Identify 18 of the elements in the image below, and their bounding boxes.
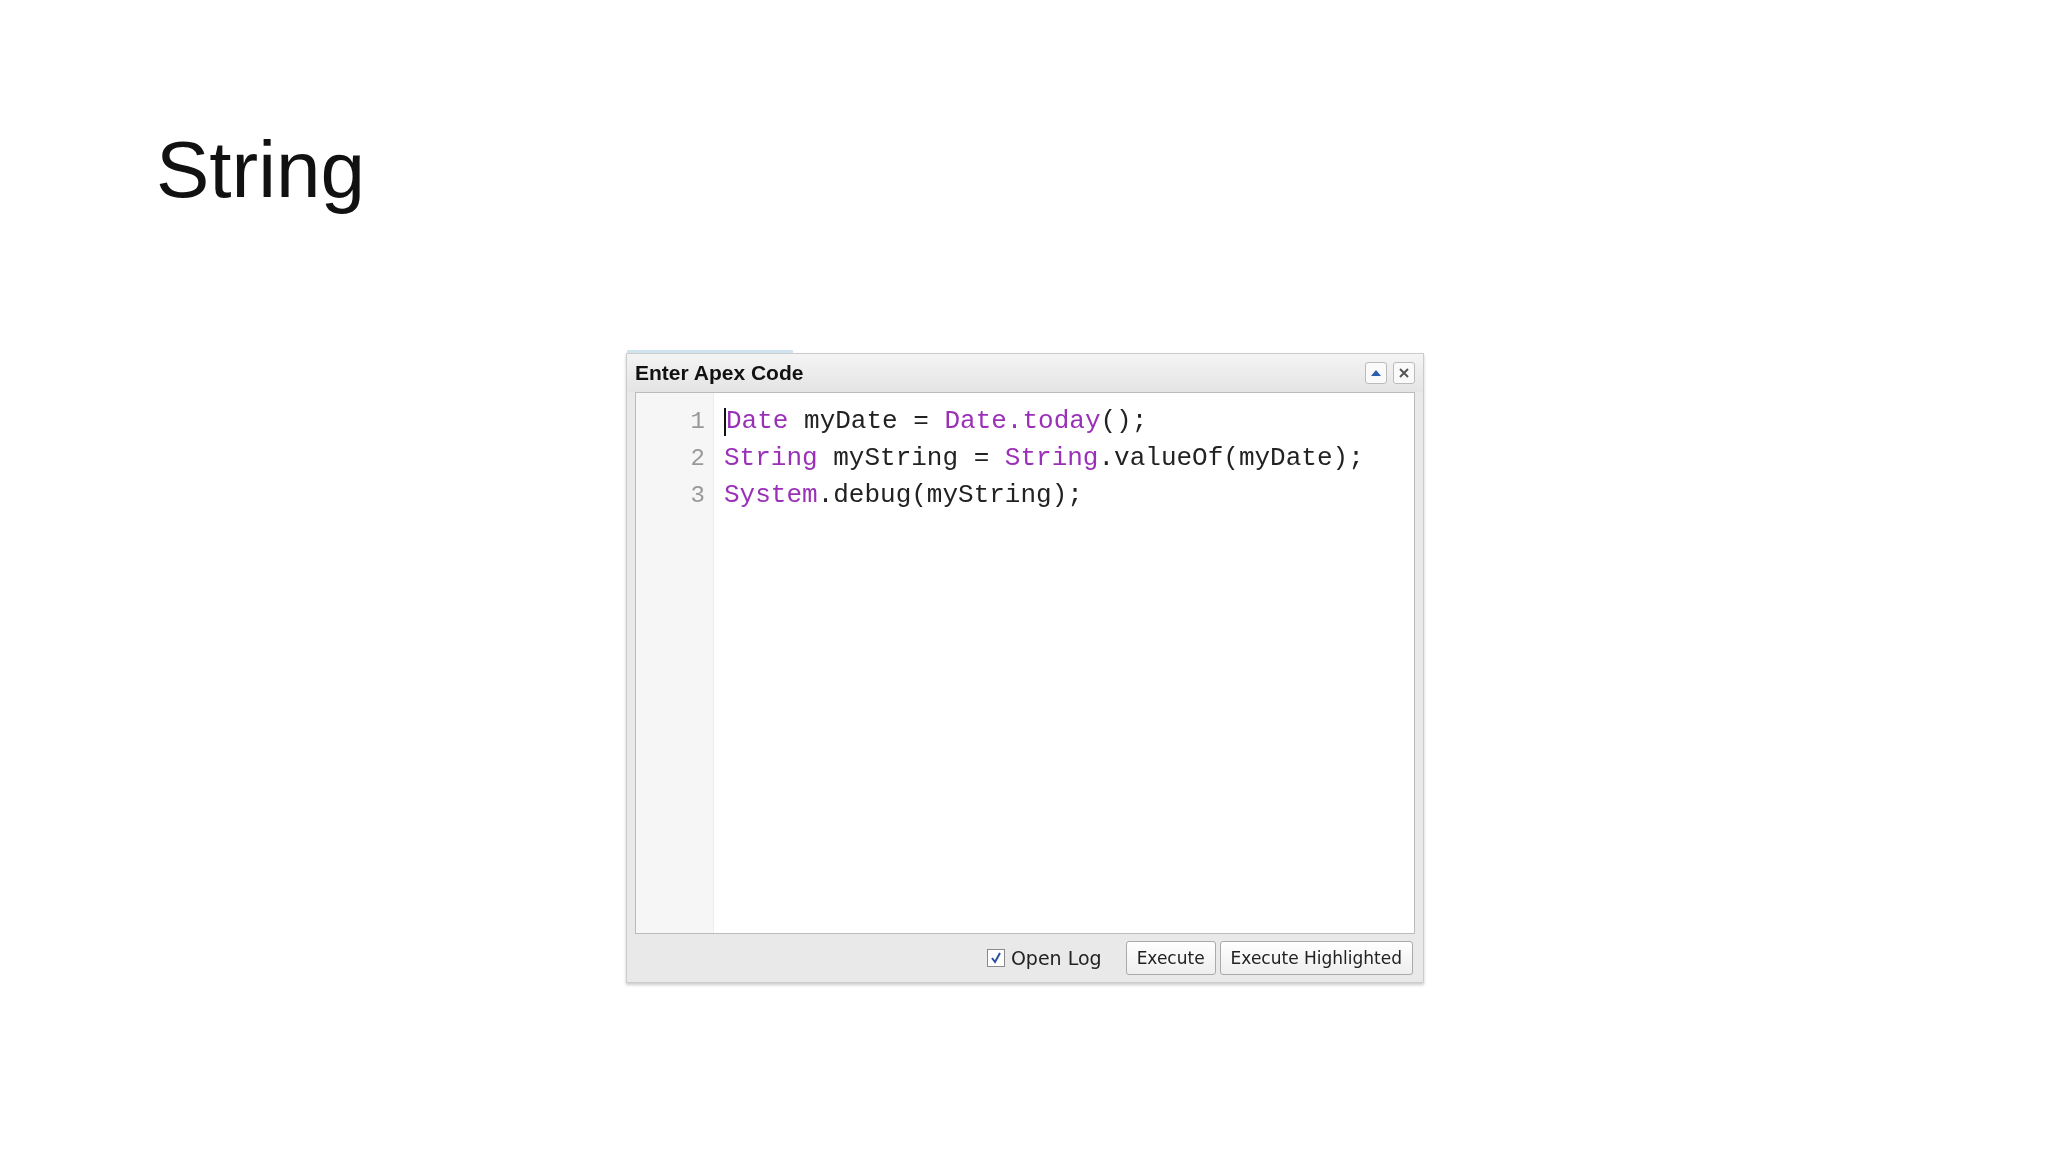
code-line: String myString = String.valueOf(myDate); [724, 442, 1364, 475]
line-number: 2 [689, 444, 706, 474]
dialog-title: Enter Apex Code [635, 361, 804, 385]
line-number: 1 [689, 407, 706, 437]
code-line: System.debug(myString); [724, 479, 1084, 512]
open-log-checkbox[interactable]: Open Log [986, 947, 1102, 969]
execute-button[interactable]: Execute Highlighted [1219, 941, 1413, 975]
triangle-up-icon [1370, 369, 1382, 377]
open-log-label: Open Log [1010, 947, 1102, 969]
line-number: 3 [689, 481, 706, 511]
close-button[interactable] [1393, 362, 1415, 384]
checkmark-icon [989, 952, 1002, 964]
checkbox[interactable] [986, 949, 1005, 967]
collapse-button[interactable] [1365, 362, 1387, 384]
execute-button[interactable]: Execute [1125, 941, 1216, 975]
code-line: Date myDate = Date.today(); [724, 405, 1149, 438]
close-icon [1399, 368, 1409, 378]
code-editor[interactable]: 1 2 3 Date myDate = Date.today(); String myString = String.valueOf(myDate); System.debug(myString); [635, 392, 1415, 934]
